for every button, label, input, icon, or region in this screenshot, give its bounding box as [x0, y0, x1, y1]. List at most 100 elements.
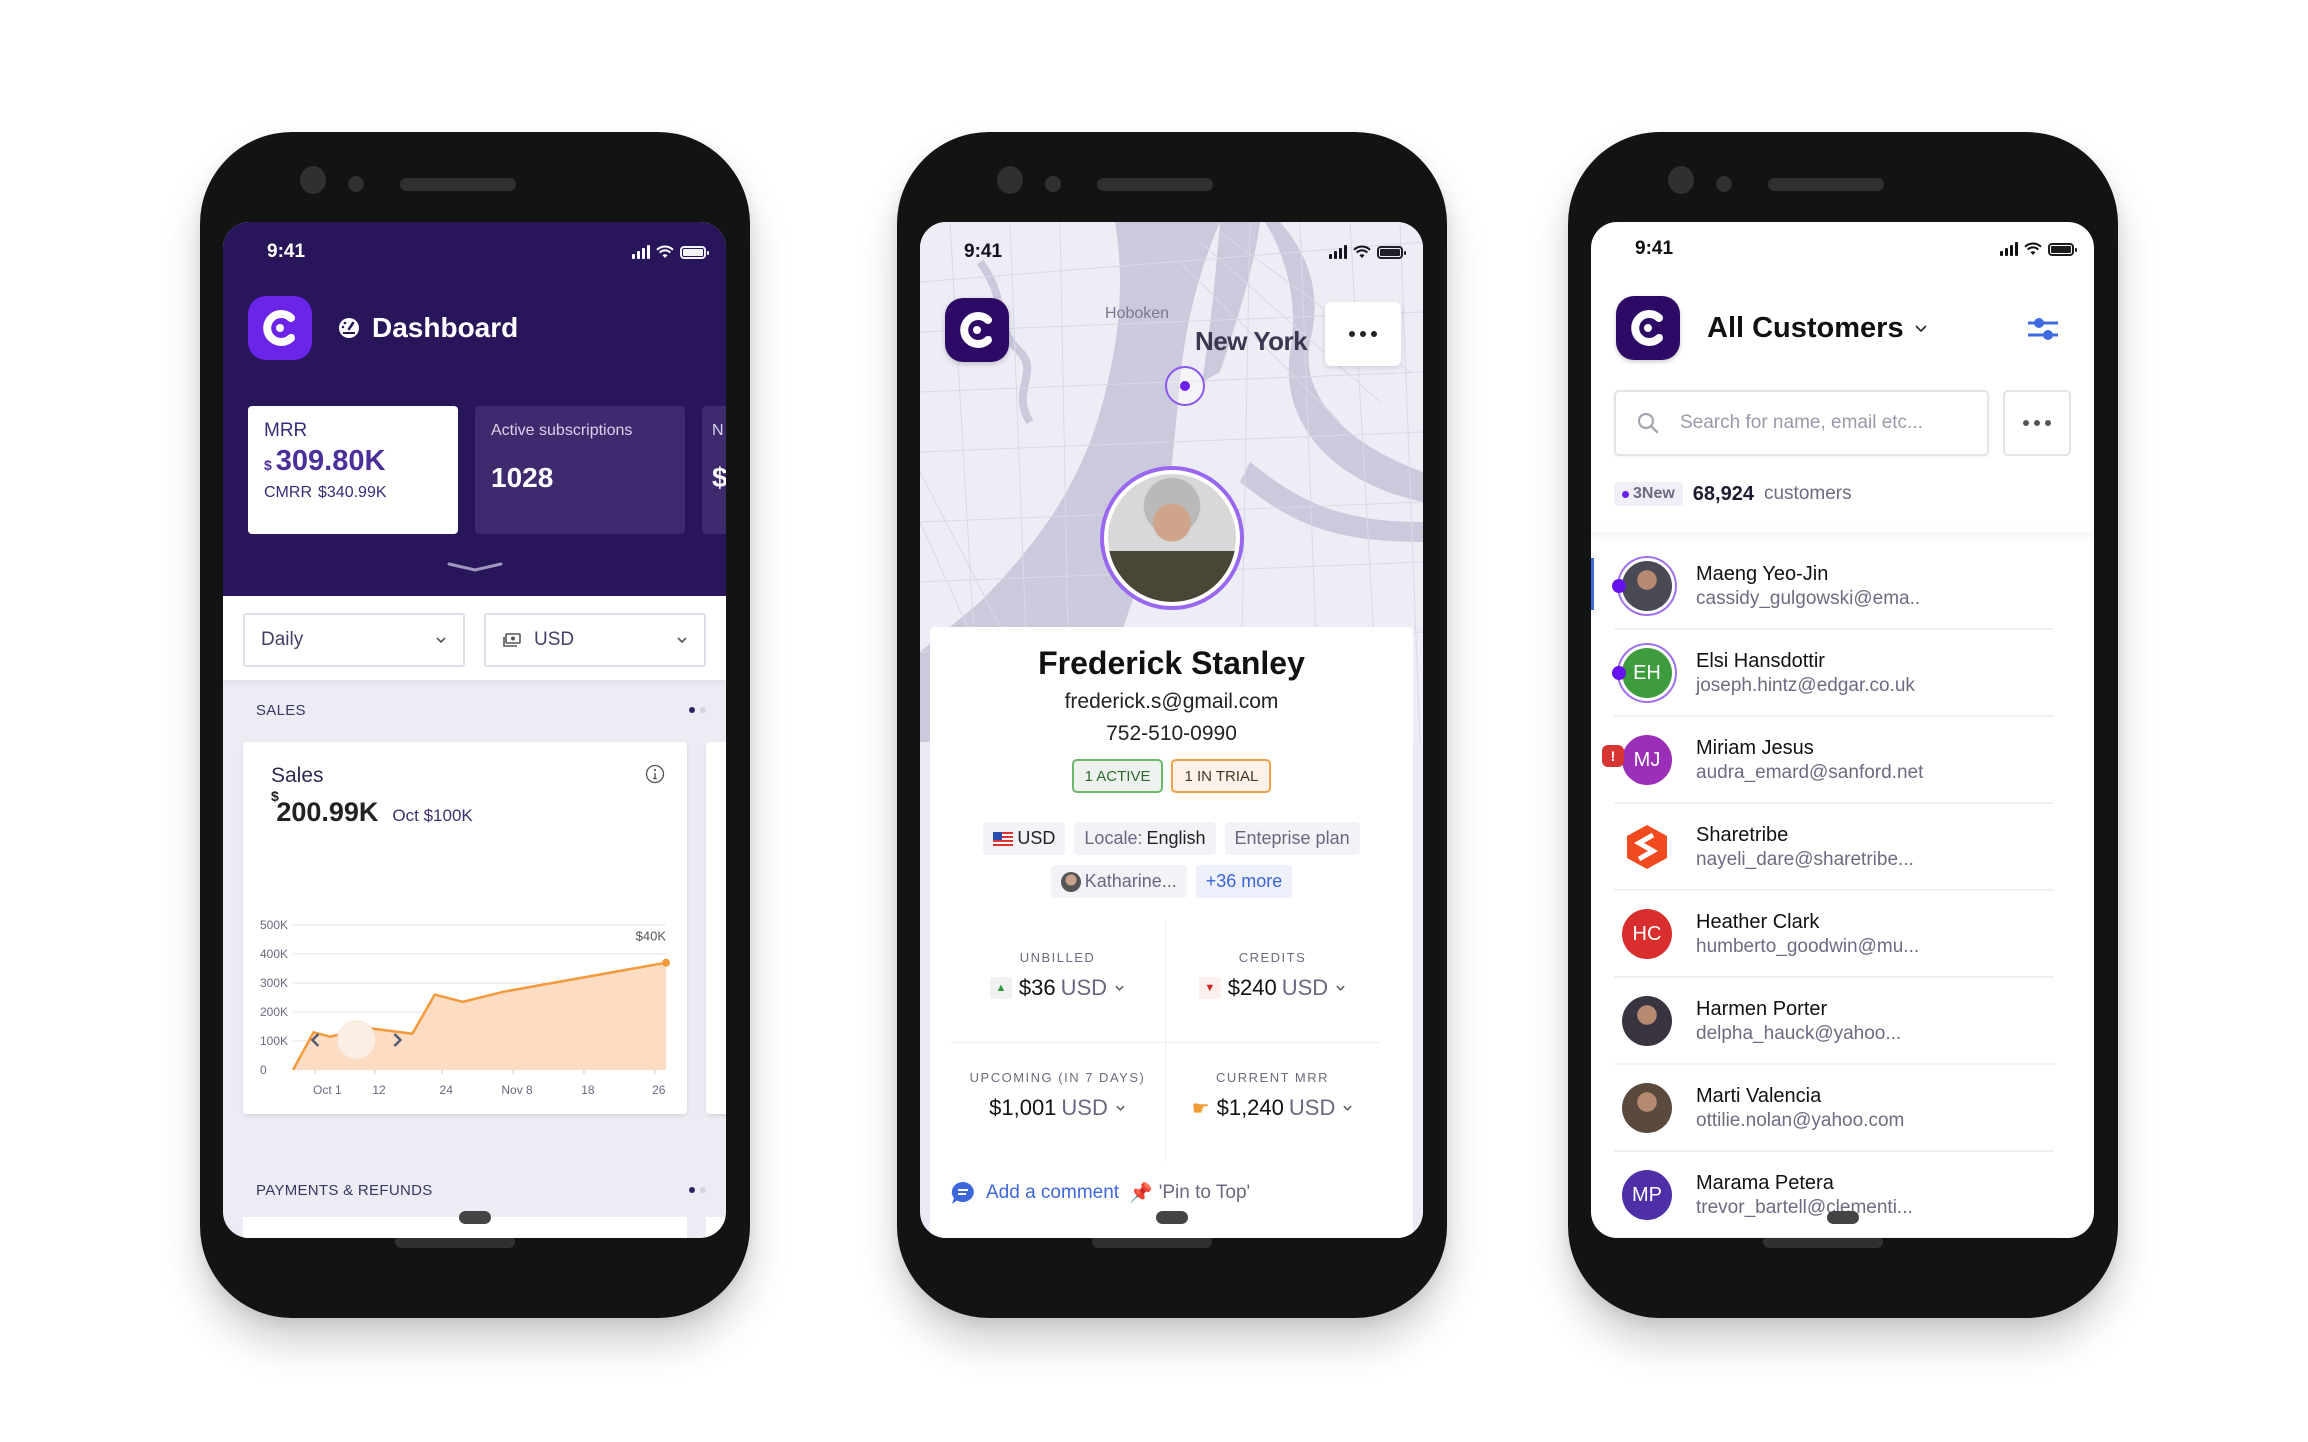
kpi-value: 1028: [491, 462, 554, 493]
app-logo[interactable]: [1616, 296, 1680, 360]
sharetribe-logo-icon: [1627, 825, 1667, 869]
stat-current-mrr[interactable]: CURRENT MRR ☛ $1,240 USD: [1165, 1070, 1380, 1121]
phone-customer-detail: 9:41 Hoboken New York Frederick Stanley …: [897, 132, 1447, 1318]
customer-list-item[interactable]: Sharetribe nayeli_dare@sharetribe...: [1614, 805, 2054, 891]
stat-unbilled[interactable]: UNBILLED ▲ $36 USD: [950, 950, 1165, 1001]
customer-list-item[interactable]: HC Heather Clark humberto_goodwin@mu...: [1614, 892, 2054, 978]
filter-bar: Daily USD: [223, 596, 726, 680]
pager-dots[interactable]: [689, 1187, 706, 1193]
search-input[interactable]: Search for name, email etc...: [1614, 390, 1989, 456]
customer-count: 68,924: [1692, 482, 1754, 505]
y-tick-label: 100K: [260, 1034, 288, 1048]
chevron-down-icon: [1914, 324, 1927, 332]
locale-chip[interactable]: Locale: English: [1074, 822, 1216, 855]
customer-email: joseph.hintz@edgar.co.uk: [1696, 674, 1915, 696]
customer-email[interactable]: frederick.s@gmail.com: [920, 690, 1423, 714]
customer-name: Marti Valencia: [1696, 1084, 1822, 1107]
currency-chip[interactable]: USD: [983, 822, 1066, 855]
customer-list-item[interactable]: EH Elsi Hansdottir joseph.hintz@edgar.co.u…: [1612, 631, 2054, 717]
kpi-card-mrr[interactable]: MRR $309.80K CMRR $340.99K: [248, 406, 458, 534]
speaker: [1097, 178, 1213, 191]
status-time: 9:41: [267, 241, 306, 262]
customer-phone[interactable]: 752-510-0990: [920, 722, 1423, 746]
status-bar: 9:41: [223, 222, 726, 282]
chevron-down-icon: [1115, 985, 1124, 991]
camera: [300, 166, 326, 194]
customer-list-item[interactable]: MJ! Miriam Jesus audra_emard@sanford.net: [1602, 718, 2054, 804]
drag-handle[interactable]: [458, 1211, 491, 1224]
more-options-button[interactable]: [2003, 390, 2071, 456]
trend-up-icon: ▲: [989, 977, 1012, 999]
new-customers-badge[interactable]: 3New: [1614, 482, 1683, 506]
speaker: [1768, 178, 1884, 191]
x-tick-label: Nov 8: [501, 1083, 533, 1097]
location-pin-icon[interactable]: [1165, 366, 1205, 406]
y-tick-label: 200K: [260, 1005, 288, 1019]
customer-avatar: [1622, 1083, 1672, 1133]
plan-chip[interactable]: Enteprise plan: [1224, 822, 1360, 855]
period-value: Daily: [261, 629, 304, 650]
filter-sliders-icon[interactable]: [2026, 314, 2060, 344]
sales-card-title: Sales: [271, 764, 324, 787]
kpi-value: $: [712, 462, 726, 493]
drag-handle[interactable]: [1155, 1211, 1188, 1224]
sales-card[interactable]: 0 100K 200K 300K 400K 500K $40K Oct 1 12 24 Nov 8 1…: [243, 742, 687, 1114]
info-icon[interactable]: [645, 764, 665, 784]
wifi-icon: [2024, 242, 2042, 255]
kpi-currency: $: [264, 457, 272, 473]
battery-icon: [2048, 242, 2077, 256]
stat-upcoming[interactable]: UPCOMING (IN 7 DAYS) $1,001 USD: [950, 1070, 1165, 1121]
customer-view-dropdown[interactable]: All Customers: [1707, 312, 1928, 345]
customer-name: Heather Clark: [1696, 910, 1820, 933]
app-logo[interactable]: [248, 296, 312, 360]
kpi-label: N R: [712, 422, 726, 439]
chargebee-logo-icon: [1631, 310, 1663, 346]
x-tick-label: 12: [372, 1083, 386, 1097]
map-label-hoboken: Hoboken: [1105, 305, 1170, 322]
dashboard-header: 9:41 Dashboard MRR $309.80K CMRR $340.99…: [223, 222, 726, 596]
drag-handle[interactable]: [1826, 1211, 1859, 1224]
kpi-card-active-subscriptions[interactable]: Active subscriptions 1028: [475, 406, 685, 534]
customer-name: Miriam Jesus: [1696, 736, 1814, 759]
stat-credits[interactable]: CREDITS ▼ $240 USD: [1165, 950, 1380, 1001]
y-tick-label: 500K: [260, 918, 288, 932]
customer-list-item[interactable]: MP Marama Petera trevor_bartell@clementi..…: [1614, 1153, 2054, 1238]
customer-list-item[interactable]: Harmen Porter delpha_hauck@yahoo...: [1614, 979, 2054, 1065]
period-select[interactable]: Daily: [243, 613, 465, 667]
customer-avatar: HC: [1622, 909, 1672, 959]
active-subscriptions-badge[interactable]: 1 ACTIVE: [1071, 759, 1164, 793]
pin-to-top-hint[interactable]: 📌 'Pin to Top': [1129, 1181, 1250, 1205]
kpi-value: 309.80K: [275, 445, 386, 477]
kpi-card-partial[interactable]: N R $: [702, 406, 726, 534]
pager-dots[interactable]: [689, 707, 706, 713]
avatar-initials: EH: [1633, 661, 1661, 684]
chart-scrubber-handle: [336, 1020, 376, 1060]
customer-avatar: MP: [1622, 1170, 1672, 1220]
more-options-button[interactable]: [1325, 302, 1401, 366]
customer-email: humberto_goodwin@mu...: [1696, 935, 1920, 957]
chevron-down-icon: [1336, 985, 1345, 991]
dashboard-screen: 9:41 Dashboard MRR $309.80K CMRR $340.99…: [223, 222, 726, 1238]
more-chips-link[interactable]: +36 more: [1195, 865, 1293, 898]
status-time: 9:41: [964, 241, 1003, 262]
owner-chip[interactable]: Katharine...: [1050, 865, 1187, 898]
customer-list-item[interactable]: Maeng Yeo-Jin cassidy_gulgowski@ema..: [1612, 544, 2054, 630]
currency-select[interactable]: USD: [484, 613, 706, 667]
sales-card-next[interactable]: [706, 742, 726, 1114]
customer-avatar[interactable]: [1099, 466, 1244, 610]
trial-subscriptions-badge[interactable]: 1 IN TRIAL: [1171, 759, 1272, 793]
y-tick-label: 0: [260, 1063, 267, 1077]
pushpin-icon: 📌: [1129, 1183, 1153, 1204]
app-logo[interactable]: [945, 298, 1009, 362]
customer-list-item[interactable]: Marti Valencia ottilie.nolan@yahoo.com: [1614, 1066, 2054, 1152]
sales-value: 200.99K: [276, 797, 379, 827]
sales-comparison: Oct $100K: [392, 806, 473, 825]
payments-card-next[interactable]: [706, 1217, 726, 1238]
chart-annotation: $40K: [636, 929, 667, 944]
kpi-carousel[interactable]: MRR $309.80K CMRR $340.99K Active subscri…: [248, 406, 726, 534]
customer-avatar: [1622, 996, 1672, 1046]
customer-name: Elsi Hansdottir: [1696, 649, 1825, 672]
x-tick-label: 18: [581, 1083, 595, 1097]
add-comment-link[interactable]: Add a comment: [986, 1182, 1119, 1204]
expand-handle-icon[interactable]: [447, 562, 503, 572]
